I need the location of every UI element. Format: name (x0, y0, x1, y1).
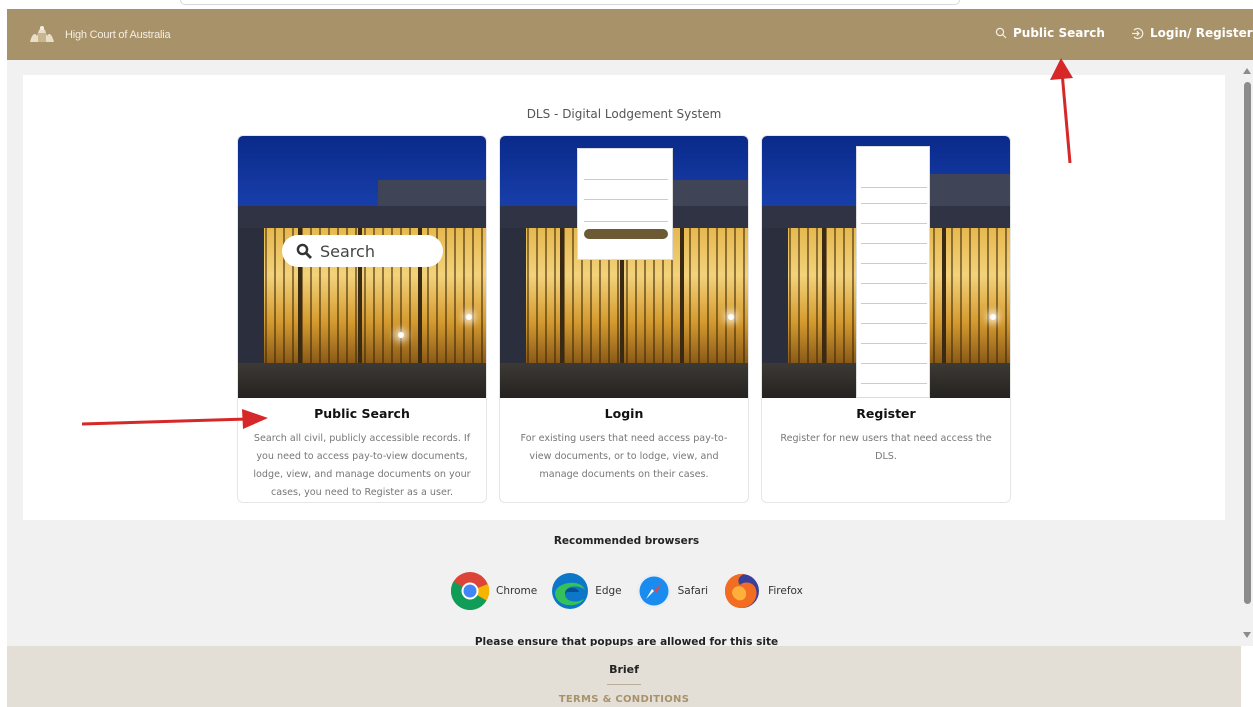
card-title: Login (604, 406, 644, 421)
edge-icon (552, 573, 589, 609)
search-overlay: Search (282, 235, 443, 267)
terms-link[interactable]: TERMS & CONDITIONS (7, 694, 1241, 705)
login-form-preview (577, 148, 673, 260)
site-header: High Court of Australia Public Search Lo… (7, 9, 1253, 60)
login-icon (1132, 27, 1144, 39)
scroll-up-arrow[interactable] (1243, 68, 1251, 74)
browser-list: Chrome Edge Safari Firefox (450, 571, 817, 611)
scroll-thumb[interactable] (1244, 82, 1251, 604)
footer: Brief TERMS & CONDITIONS (7, 646, 1241, 707)
card-description: Register for new users that need access … (780, 433, 992, 462)
nav-public-search[interactable]: Public Search (995, 26, 1105, 40)
address-bar-edge (180, 0, 960, 5)
nav-public-search-label: Public Search (1013, 26, 1105, 40)
nav-login-register-label: Login/ Register (1150, 26, 1253, 40)
card-login[interactable]: Login For existing users that need acces… (499, 135, 749, 503)
safari-icon (636, 574, 671, 608)
browser-label: Edge (595, 585, 622, 597)
browser-top-strip (0, 0, 1253, 9)
card-image-building (762, 136, 1010, 398)
card-image-building: Search (238, 136, 486, 398)
card-description: For existing users that need access pay-… (520, 433, 728, 480)
browser-edge: Edge (551, 572, 622, 610)
browsers-title: Recommended browsers (553, 535, 700, 547)
footer-brief: Brief (609, 663, 639, 676)
nav-login-register[interactable]: Login/ Register (1131, 26, 1253, 40)
card-description: Search all civil, publicly accessible re… (253, 433, 471, 498)
firefox-icon (725, 573, 760, 608)
coat-of-arms-icon (30, 26, 54, 42)
browser-firefox: Firefox (722, 571, 803, 611)
search-icon (995, 27, 1007, 39)
browser-label: Chrome (496, 585, 538, 597)
annotation-arrow-right (82, 409, 268, 429)
chrome-icon (450, 572, 490, 611)
browser-label: Firefox (768, 585, 803, 597)
page-scrollbar[interactable] (1241, 60, 1253, 646)
card-register[interactable]: Register Register for new users that nee… (761, 135, 1011, 503)
card-image-building (500, 136, 748, 398)
brand[interactable]: High Court of Australia (27, 24, 171, 46)
browser-label: Safari (677, 585, 709, 597)
search-overlay-label: Search (320, 241, 375, 261)
card-public-search[interactable]: Search Public Search Search all civil, p… (237, 135, 487, 503)
browser-chrome: Chrome (450, 571, 537, 611)
footer-divider (607, 684, 641, 685)
brand-name: High Court of Australia (65, 29, 171, 41)
browser-safari: Safari (636, 573, 708, 609)
scroll-down-arrow[interactable] (1243, 632, 1251, 638)
card-title: Register (856, 406, 916, 421)
magnifier-icon (296, 243, 312, 259)
annotation-arrow-up (1050, 58, 1073, 164)
register-form-preview (856, 146, 930, 398)
card-title: Public Search (314, 406, 410, 421)
